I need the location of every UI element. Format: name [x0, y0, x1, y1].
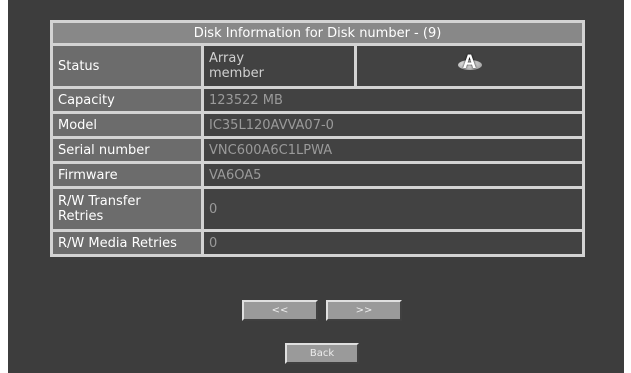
table-row-status: Status Array member A [53, 46, 582, 86]
firmware-value: VA6OA5 [204, 164, 582, 186]
next-disk-button[interactable]: >> [326, 300, 402, 321]
table-row-rw-media: R/W Media Retries 0 [53, 232, 582, 254]
serial-label: Serial number [53, 139, 201, 161]
rw-transfer-label: R/W Transfer Retries [53, 189, 201, 229]
back-button[interactable]: Back [285, 343, 359, 364]
rw-transfer-label-line1: R/W Transfer [58, 194, 141, 209]
array-member-icon: A [457, 52, 482, 74]
array-icon-glyph: A [462, 52, 477, 73]
rw-transfer-value: 0 [204, 189, 582, 229]
table-row-serial: Serial number VNC600A6C1LPWA [53, 139, 582, 161]
table-row-firmware: Firmware VA6OA5 [53, 164, 582, 186]
status-value: Array member [204, 46, 354, 86]
main-panel: Disk Information for Disk number - (9) S… [8, 0, 624, 373]
disk-info-table: Disk Information for Disk number - (9) S… [50, 20, 585, 257]
status-value-line2: member [209, 66, 264, 81]
model-value: IC35L120AVVA07-0 [204, 114, 582, 136]
rw-media-label: R/W Media Retries [53, 232, 201, 254]
rw-transfer-label-line2: Retries [58, 209, 104, 224]
status-value-line1: Array [209, 51, 245, 66]
table-row-capacity: Capacity 123522 MB [53, 89, 582, 111]
firmware-label: Firmware [53, 164, 201, 186]
rw-media-value: 0 [204, 232, 582, 254]
capacity-value: 123522 MB [204, 89, 582, 111]
table-title: Disk Information for Disk number - (9) [53, 23, 582, 43]
table-row-model: Model IC35L120AVVA07-0 [53, 114, 582, 136]
status-icon-cell: A [357, 46, 582, 86]
model-label: Model [53, 114, 201, 136]
table-row-rw-transfer: R/W Transfer Retries 0 [53, 189, 582, 229]
capacity-label: Capacity [53, 89, 201, 111]
status-label: Status [53, 46, 201, 86]
previous-disk-button[interactable]: << [242, 300, 318, 321]
serial-value: VNC600A6C1LPWA [204, 139, 582, 161]
